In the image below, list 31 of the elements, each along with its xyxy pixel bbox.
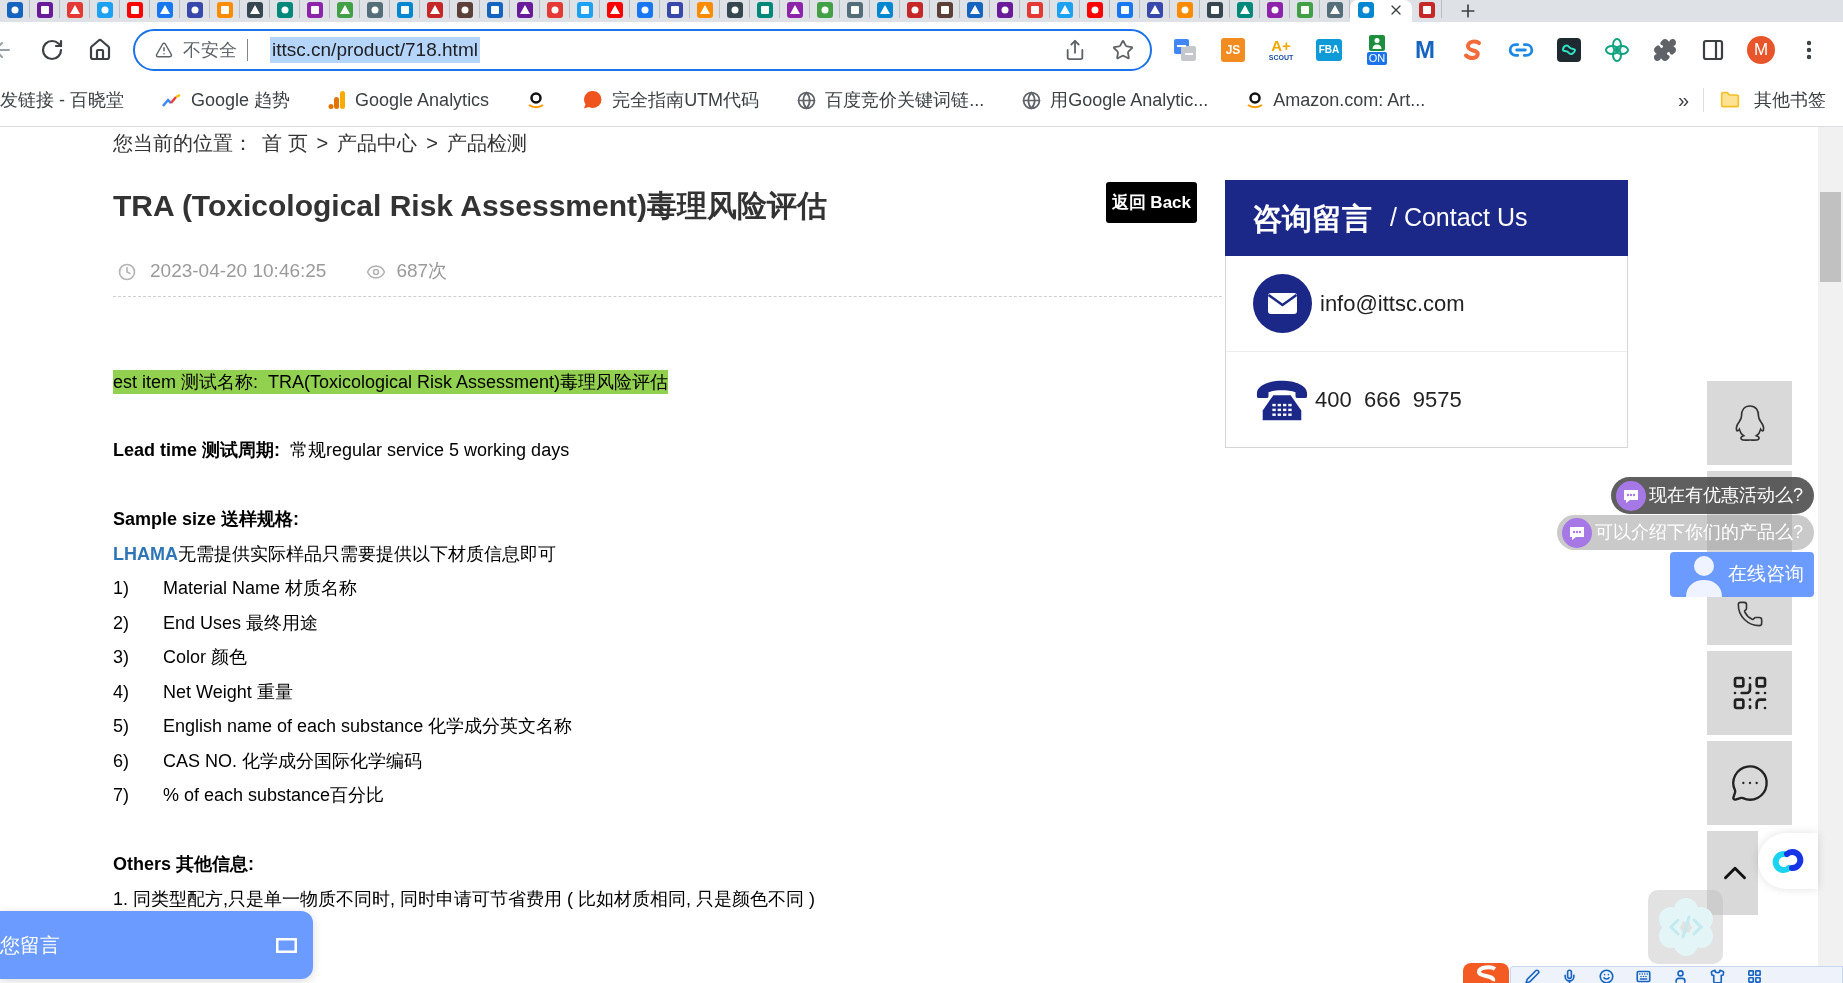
message-panel-title: 您留言 bbox=[0, 933, 60, 958]
list-number: 2) bbox=[113, 611, 129, 635]
paragraph-text: Lead time 测试周期: 常规regular service 5 working days bbox=[113, 439, 570, 462]
publish-date: 2023-04-20 10:46:25 bbox=[150, 259, 327, 284]
list-number: 5) bbox=[113, 715, 129, 738]
breadcrumb-label: 您当前的位置： bbox=[113, 131, 253, 156]
list-item-text: Net Weight 重量 bbox=[163, 680, 293, 704]
list-item-text: Color 颜色 bbox=[163, 646, 247, 669]
view-count: 687次 bbox=[396, 259, 448, 284]
article-title: TRA (Toxicological Risk Assessment)毒理风险评估 bbox=[113, 188, 828, 224]
intro-text: LHAMA无需提供实际样品只需要提供以下材质信息即可 bbox=[113, 542, 556, 566]
list-item-text: Material Name 材质名称 bbox=[163, 577, 358, 600]
list-number: 7) bbox=[113, 784, 129, 807]
list-item-text: % of each substance百分比 bbox=[163, 784, 385, 807]
breadcrumb-separator: > bbox=[316, 131, 329, 156]
highlighted-text: est item 测试名称: TRA(Toxicological Risk Assessment)毒理风险评估 bbox=[113, 370, 669, 395]
contact-phone: 400 666 9575 bbox=[1315, 386, 1462, 414]
list-number: 6) bbox=[113, 749, 129, 773]
contact-title: 咨询留言 bbox=[1252, 200, 1372, 237]
list-item-text: End Uses 最终用途 bbox=[163, 611, 319, 635]
list-number: 4) bbox=[113, 680, 129, 704]
list-number: 1) bbox=[113, 577, 129, 600]
contact-subtitle: / Contact Us bbox=[1390, 202, 1528, 234]
list-item-text: English name of each substance 化学成分英文名称 bbox=[163, 715, 573, 738]
breadcrumb-separator: > bbox=[426, 131, 438, 156]
section-heading: Sample size 送样规格: bbox=[113, 508, 300, 531]
list-number: 3) bbox=[113, 646, 129, 669]
paragraph-text: 1. 同类型配方,只是单一物质不同时, 同时申请可节省费用 ( 比如材质相同, 只是颜色不同 ) bbox=[113, 887, 815, 911]
url-text: ittsc.cn/product/718.html bbox=[270, 37, 480, 63]
section-heading: Others 其他信息: bbox=[113, 853, 254, 876]
list-item-text: CAS NO. 化学成分国际化学编码 bbox=[163, 749, 422, 773]
